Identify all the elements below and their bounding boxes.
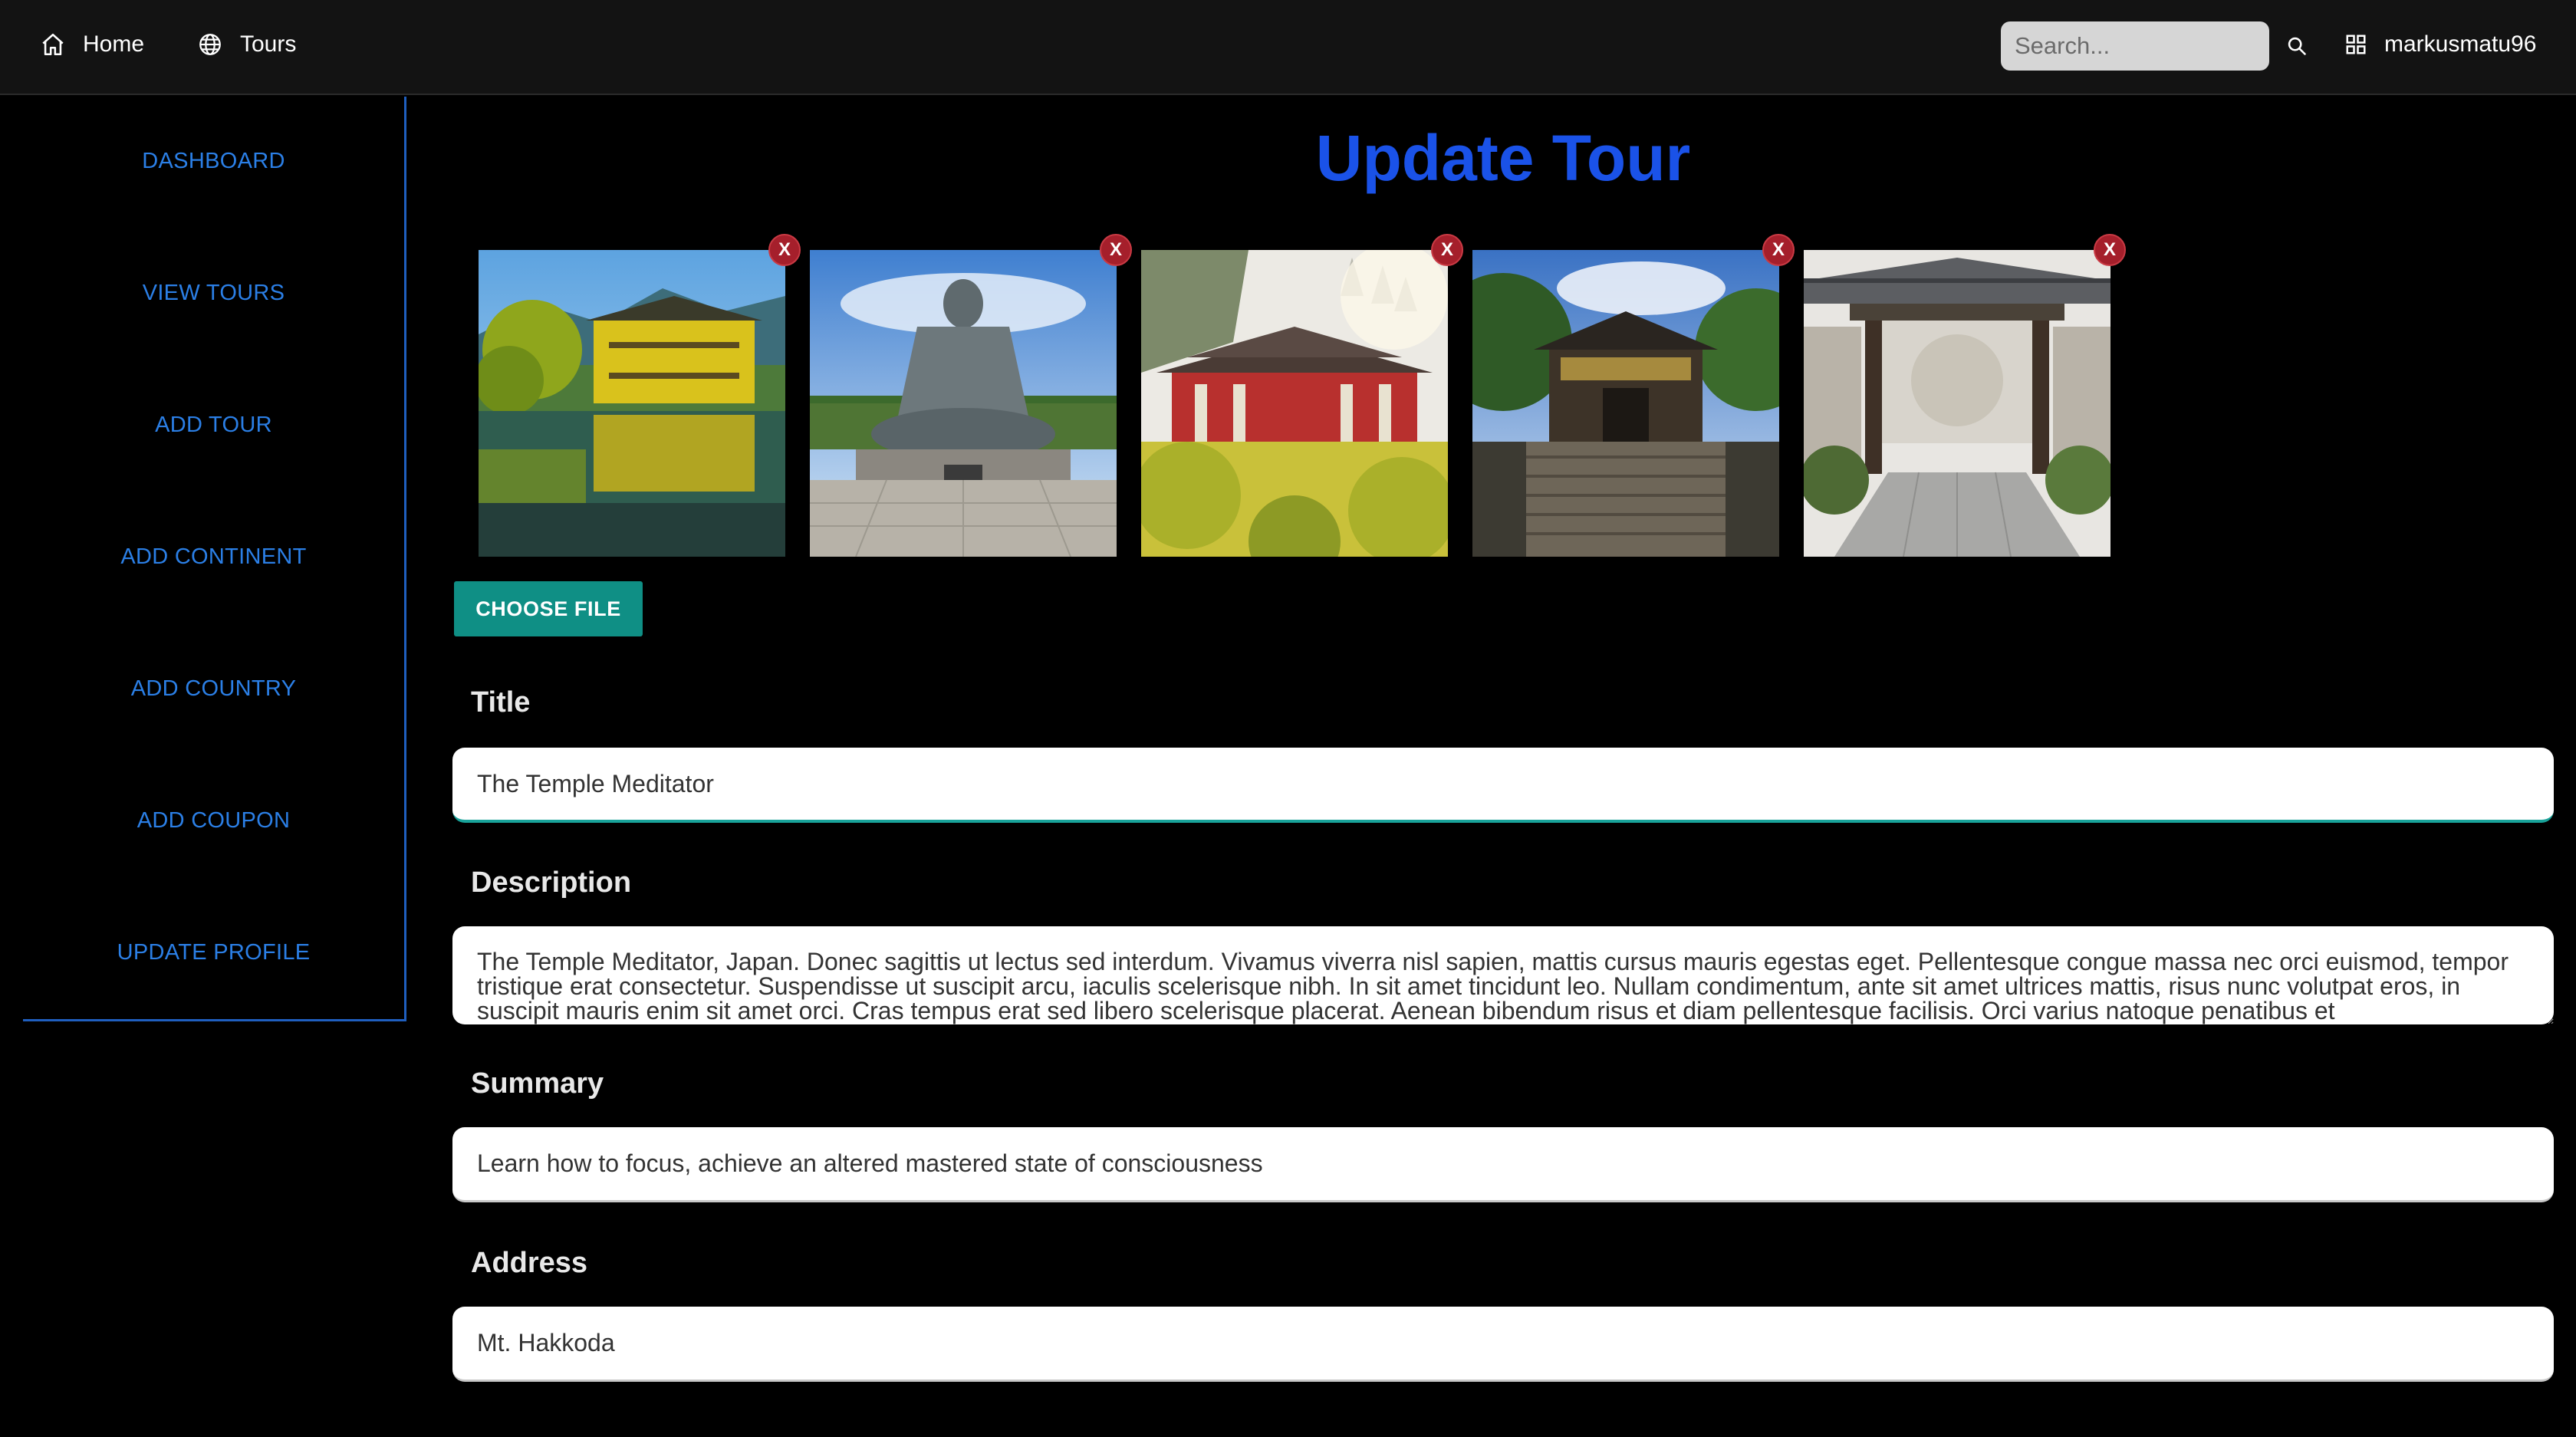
remove-image-button[interactable]: X: [1100, 234, 1132, 266]
remove-image-button[interactable]: X: [2094, 234, 2126, 266]
tour-image-temple-gate: [1804, 250, 2110, 557]
page-title: Update Tour: [1315, 122, 1691, 194]
nav-home-link[interactable]: Home: [40, 26, 144, 63]
search-icon: [2288, 37, 2306, 55]
remove-image-button[interactable]: X: [1431, 234, 1463, 266]
tour-image-red-temple: [1141, 250, 1448, 557]
choose-file-button[interactable]: CHOOSE FILE: [454, 581, 643, 636]
address-input[interactable]: [452, 1307, 2554, 1382]
tour-image-shrine-gate: [1472, 250, 1779, 557]
tour-image-great-buddha: [810, 250, 1117, 557]
description-label: Description: [471, 866, 632, 899]
top-navbar: Home Tours markusmatu96: [0, 0, 2576, 95]
remove-image-button[interactable]: X: [768, 234, 801, 266]
title-input[interactable]: [452, 748, 2554, 823]
user-menu[interactable]: markusmatu96: [2344, 26, 2536, 63]
sidebar-item-add-coupon[interactable]: ADD COUPON: [23, 808, 404, 834]
sidebar: DASHBOARD VIEW TOURS ADD TOUR ADD CONTIN…: [23, 97, 406, 1021]
address-label: Address: [471, 1247, 588, 1279]
description-textarea[interactable]: The Temple Meditator, Japan. Donec sagit…: [452, 926, 2554, 1024]
sidebar-item-update-profile[interactable]: UPDATE PROFILE: [23, 940, 404, 965]
sidebar-item-add-tour[interactable]: ADD TOUR: [23, 413, 404, 438]
nav-home-label: Home: [83, 31, 145, 57]
title-label: Title: [471, 686, 531, 718]
remove-image-button[interactable]: X: [1762, 234, 1795, 266]
tour-image-golden-pavilion: [479, 250, 785, 557]
nav-tours-label: Tours: [240, 31, 297, 57]
search-input[interactable]: [2001, 21, 2269, 71]
grid-icon: [2346, 35, 2366, 54]
home-icon: [42, 33, 64, 56]
sidebar-item-add-country[interactable]: ADD COUNTRY: [23, 676, 404, 702]
sidebar-item-dashboard[interactable]: DASHBOARD: [23, 149, 404, 174]
sidebar-item-view-tours[interactable]: VIEW TOURS: [23, 281, 404, 306]
sidebar-item-add-continent[interactable]: ADD CONTINENT: [23, 544, 404, 570]
summary-input[interactable]: [452, 1127, 2554, 1202]
search-button[interactable]: [2282, 31, 2312, 61]
username-label: markusmatu96: [2384, 31, 2537, 57]
summary-label: Summary: [471, 1067, 604, 1100]
globe-icon: [199, 34, 221, 55]
nav-tours-link[interactable]: Tours: [197, 26, 296, 63]
